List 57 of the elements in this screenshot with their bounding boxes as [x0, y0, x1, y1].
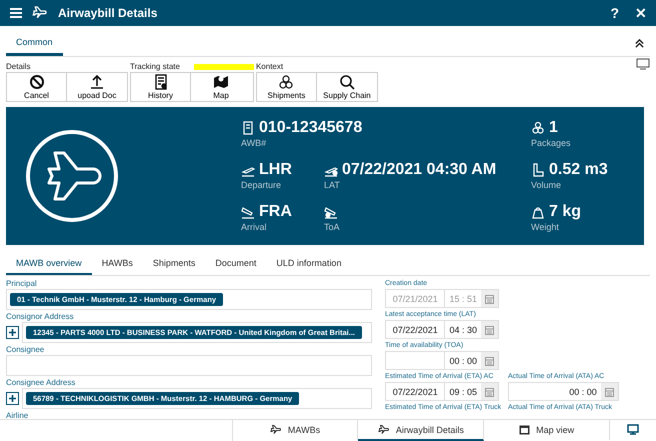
document-icon	[241, 120, 255, 134]
tab[interactable]: ULD information	[266, 252, 352, 275]
group-label: Kontext	[256, 62, 284, 71]
weight-icon	[531, 204, 545, 218]
collapse-icon[interactable]	[635, 38, 644, 48]
window-title: Airwaybill Details	[58, 6, 158, 20]
landing-icon	[324, 204, 338, 218]
menu-icon[interactable]	[10, 8, 22, 18]
plane-icon	[25, 129, 119, 223]
summary-value: 07/22/2021 04:30 AM	[342, 160, 496, 178]
plane-icon	[270, 424, 282, 436]
summary-value: LHR	[259, 160, 292, 178]
plane-icon	[32, 5, 48, 21]
boxes-icon	[531, 120, 545, 134]
summary-value: 010-12345678	[259, 118, 362, 136]
landing-icon	[241, 204, 255, 218]
field-label: Airline	[6, 411, 30, 419]
summary-label: Departure	[241, 180, 282, 190]
bottom-tab[interactable]: Airwaybill Details	[358, 420, 484, 441]
field-label: Consignor Address	[6, 312, 75, 322]
summary-label: ToA	[324, 222, 341, 232]
summary-value: 0.52 m3	[549, 160, 608, 178]
add-button[interactable]	[6, 392, 19, 405]
prohibited-icon	[28, 74, 44, 90]
summary-label: AWB#	[241, 138, 268, 148]
monitor-icon	[627, 424, 640, 435]
tab[interactable]: Document	[205, 252, 266, 275]
summary-label: Weight	[531, 222, 560, 232]
boxes-icon	[278, 74, 294, 90]
search-icon	[338, 74, 355, 90]
upload-icon	[89, 74, 105, 90]
field-label: Consignee Address	[6, 378, 76, 388]
group-label: Tracking state	[130, 62, 180, 71]
tab[interactable]: MAWB overview	[6, 252, 92, 275]
field-label: Principal	[6, 279, 38, 289]
help-button[interactable]: ?	[607, 5, 622, 21]
boot-icon	[531, 162, 545, 176]
input-field[interactable]	[6, 355, 372, 376]
summary-value: FRA	[259, 202, 292, 220]
monitor-icon[interactable]	[636, 58, 650, 70]
add-button[interactable]	[6, 326, 19, 339]
document-icon	[152, 74, 168, 90]
close-button[interactable]: ✕	[632, 5, 650, 21]
map-icon	[519, 424, 530, 434]
tab[interactable]: Shipments	[142, 252, 206, 275]
map-icon	[213, 74, 229, 90]
field-label: Consignee	[6, 345, 46, 355]
plane-icon	[378, 424, 390, 436]
tab[interactable]: Common	[6, 30, 63, 56]
summary-value: 7 kg	[549, 202, 582, 220]
summary-label: Packages	[531, 138, 572, 148]
summary-label: LAT	[324, 180, 341, 190]
summary-label: Arrival	[241, 222, 268, 232]
tab[interactable]: HAWBs	[92, 252, 143, 275]
group-label: Details	[6, 62, 30, 71]
summary-label: Volume	[531, 180, 562, 190]
summary-value: 1	[549, 118, 558, 136]
